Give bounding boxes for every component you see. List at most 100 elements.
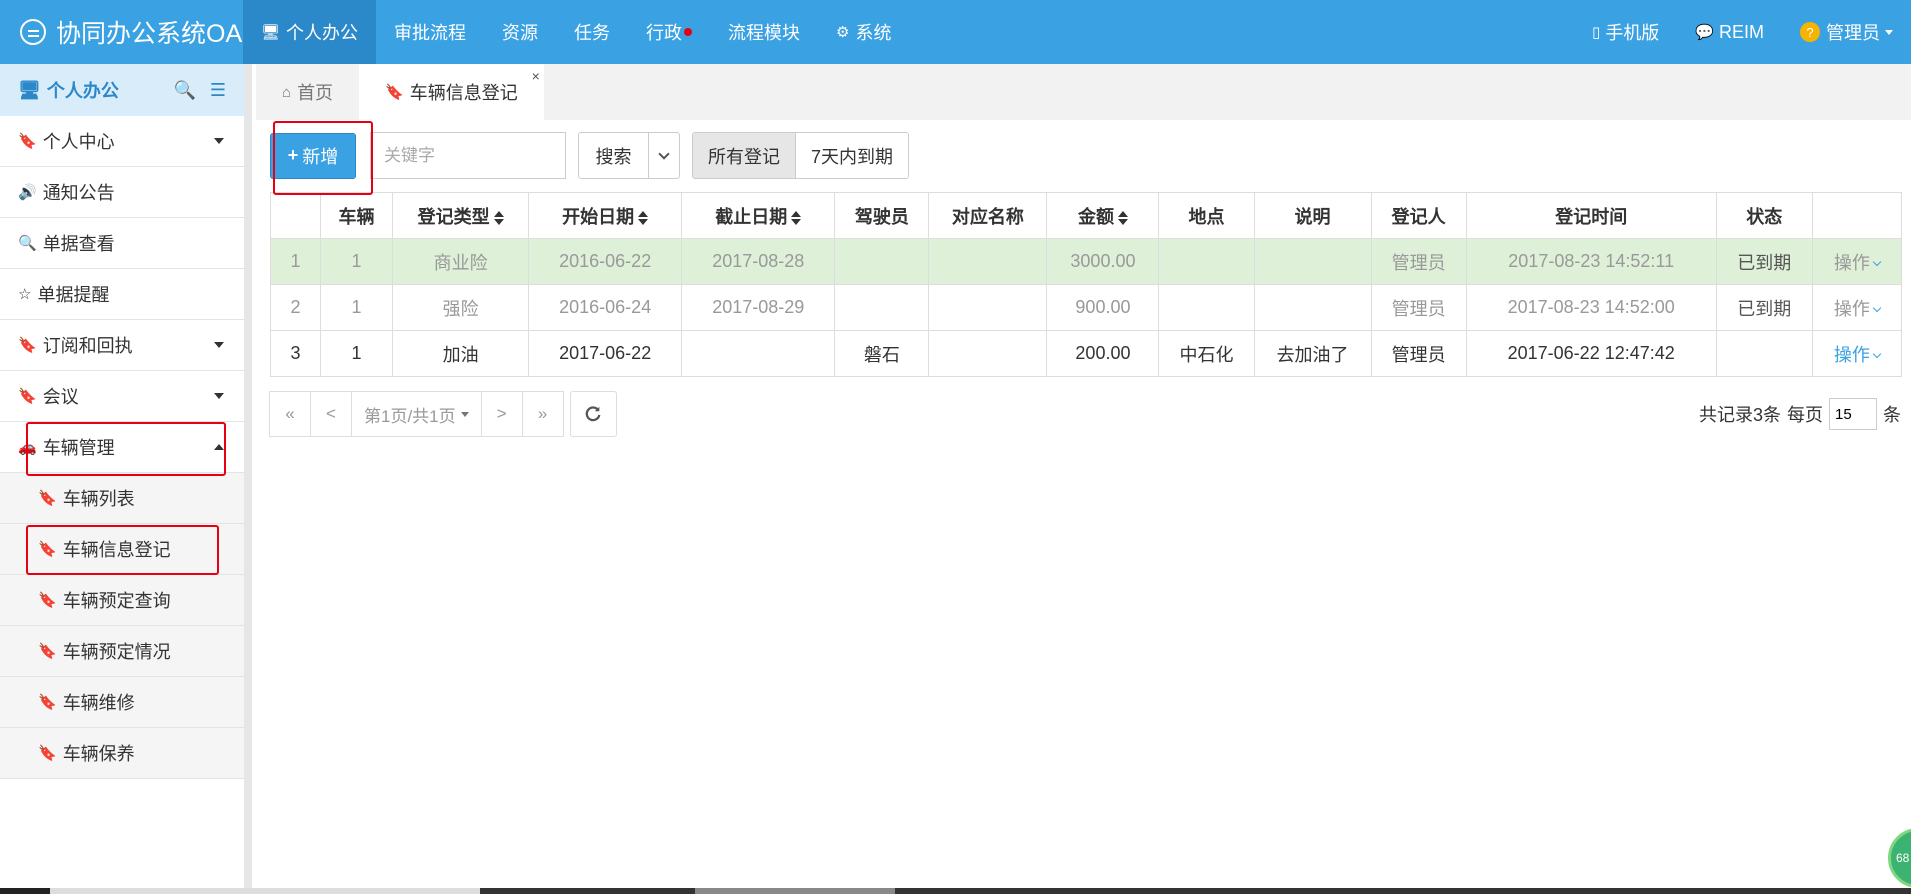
sidebar-item-meetings[interactable]: 🔖 会议 (0, 371, 244, 422)
star-icon: ☆ (18, 286, 32, 303)
table-row[interactable]: 3 1 加油 2017-06-22 磐石 200.00 中石化 去加油了 管理员… (269, 330, 1903, 377)
topnav-personal-office[interactable]: 🖥 个人办公 (243, 0, 377, 64)
avatar-icon: ? (1800, 22, 1820, 42)
home-icon: ⌂ (282, 83, 292, 101)
status-cell (1715, 330, 1813, 377)
topnav-system[interactable]: ⚙ 系统 (818, 0, 909, 64)
app-brand[interactable]: 协同办公系统OA (0, 0, 243, 64)
close-icon[interactable]: × (532, 68, 540, 84)
status-cell: 已到期 (1715, 284, 1813, 331)
col-end-date[interactable]: 截止日期 (681, 192, 836, 239)
filter-7days-button[interactable]: 7天内到期 (796, 133, 909, 178)
mobile-version-link[interactable]: ▯ 手机版 (1574, 19, 1677, 45)
first-page-button[interactable]: « (269, 391, 311, 437)
keyword-input[interactable] (370, 132, 566, 179)
car-icon: 🚗 (18, 439, 37, 456)
topnav-approval[interactable]: 审批流程 (376, 0, 484, 64)
search-button[interactable]: 搜索 (579, 133, 649, 178)
app-title: 协同办公系统OA (56, 20, 243, 48)
col-location: 地点 (1158, 192, 1255, 239)
bookmark-icon: 🔖 (18, 388, 37, 405)
per-page-label: 每页 (1787, 405, 1823, 425)
total-records: 共记录3条 (1698, 405, 1781, 425)
chevron-down-icon (1872, 349, 1882, 358)
col-register-time: 登记时间 (1465, 192, 1717, 239)
sidebar-item-subscriptions[interactable]: 🔖 订阅和回执 (0, 320, 244, 371)
bookmark-icon: 🔖 (38, 490, 57, 507)
top-navbar: 协同办公系统OA 🖥 个人办公 审批流程 资源 任务 行政 流程模块 ⚙ 系统 … (0, 0, 1911, 64)
caret-up-icon (214, 444, 224, 450)
table-row[interactable]: 1 1 商业险 2016-06-22 2017-08-28 3000.00 管理… (269, 238, 1903, 285)
add-button[interactable]: + 新增 (270, 132, 356, 179)
filter-all-button[interactable]: 所有登记 (693, 133, 796, 178)
monitor-icon: 🖥 (261, 24, 281, 41)
user-menu[interactable]: ? 管理员 (1782, 19, 1911, 45)
notification-dot (684, 28, 693, 36)
per-page-input[interactable] (1829, 398, 1877, 430)
refresh-button[interactable] (569, 391, 617, 437)
sidebar-item-notices[interactable]: 🔊 通知公告 (0, 167, 244, 218)
volume-icon: 🔊 (18, 184, 37, 201)
registration-table: 车辆 登记类型 开始日期 截止日期 驾驶员 对应名称 金额 地点 说明 登记人 … (269, 192, 1903, 377)
caret-down-icon (460, 411, 469, 417)
col-amount[interactable]: 金额 (1046, 192, 1160, 239)
next-page-button[interactable]: > (480, 391, 523, 437)
col-vehicle: 车辆 (320, 192, 394, 239)
table-header-row: 车辆 登记类型 开始日期 截止日期 驾驶员 对应名称 金额 地点 说明 登记人 … (269, 192, 1903, 239)
sidebar-item-personal-center[interactable]: 🔖 个人中心 (0, 116, 244, 167)
main-content: ⌂ 首页 🔖 车辆信息登记 × + 新增 搜索 所有登记 7天内到期 (256, 64, 1911, 894)
gear-icon: ⚙ (836, 24, 850, 41)
sort-icon (791, 210, 802, 225)
menu-icon[interactable]: ☰ (210, 80, 226, 101)
reim-link[interactable]: 💬 REIM (1677, 22, 1782, 43)
tab-home[interactable]: ⌂ 首页 (256, 64, 359, 120)
row-actions-dropdown[interactable]: 操作 (1811, 284, 1903, 331)
sidebar-subitem-maintenance[interactable]: 🔖 车辆保养 (0, 728, 244, 779)
filter-segment: 所有登记 7天内到期 (692, 132, 910, 179)
chevron-down-icon (658, 147, 670, 160)
col-name: 对应名称 (928, 192, 1048, 239)
caret-down-icon (214, 393, 224, 399)
chevron-down-icon (1872, 303, 1882, 312)
bookmark-icon: 🔖 (18, 133, 37, 150)
col-registrant: 登记人 (1370, 192, 1467, 239)
tab-bar: ⌂ 首页 🔖 车辆信息登记 × (256, 64, 1911, 120)
sidebar-item-reminders[interactable]: ☆ 单据提醒 (0, 269, 244, 320)
row-actions-dropdown[interactable]: 操作 (1811, 330, 1903, 377)
sidebar-subitem-vehicle-registration[interactable]: 🔖 车辆信息登记 (0, 524, 244, 575)
col-driver: 驾驶员 (834, 192, 930, 239)
search-icon[interactable]: 🔍 (173, 80, 195, 101)
topnav-process-module[interactable]: 流程模块 (710, 0, 818, 64)
col-start-date[interactable]: 开始日期 (528, 192, 683, 239)
sidebar-item-vehicle-management[interactable]: 🚗 车辆管理 (0, 422, 244, 473)
bookmark-icon: 🔖 (38, 592, 57, 609)
chevron-down-icon (1872, 257, 1882, 266)
topnav-resources[interactable]: 资源 (484, 0, 556, 64)
chat-icon: 💬 (1695, 24, 1714, 41)
table-row[interactable]: 2 1 强险 2016-06-24 2017-08-29 900.00 管理员 … (269, 284, 1903, 331)
refresh-icon (585, 406, 601, 422)
prev-page-button[interactable]: < (310, 391, 352, 437)
bottom-strip (0, 888, 1911, 894)
per-page-unit: 条 (1883, 405, 1901, 425)
chat-logo-icon (20, 19, 46, 45)
sidebar-item-documents[interactable]: 🔍 单据查看 (0, 218, 244, 269)
col-type[interactable]: 登记类型 (392, 192, 530, 239)
sidebar-subitem-vehicle-list[interactable]: 🔖 车辆列表 (0, 473, 244, 524)
search-dropdown-toggle[interactable] (649, 133, 679, 178)
row-actions-dropdown[interactable]: 操作 (1811, 238, 1903, 285)
page-select[interactable]: 第1页/共1页 (351, 391, 482, 437)
sidebar-subitem-repair[interactable]: 🔖 车辆维修 (0, 677, 244, 728)
search-button-group: 搜索 (578, 132, 680, 179)
last-page-button[interactable]: » (521, 391, 564, 437)
topnav-admin[interactable]: 行政 (628, 0, 710, 64)
bookmark-icon: 🔖 (38, 694, 57, 711)
sidebar-subitem-reservation-status[interactable]: 🔖 车辆预定情况 (0, 626, 244, 677)
sidebar-subitem-reservation-query[interactable]: 🔖 车辆预定查询 (0, 575, 244, 626)
topnav-tasks[interactable]: 任务 (556, 0, 628, 64)
sidebar-header: 🖥 个人办公 🔍 ☰ (0, 64, 244, 116)
tab-vehicle-registration[interactable]: 🔖 车辆信息登记 × (359, 64, 544, 120)
sort-icon (493, 210, 504, 225)
bookmark-icon: 🔖 (38, 745, 57, 762)
col-description: 说明 (1253, 192, 1372, 239)
